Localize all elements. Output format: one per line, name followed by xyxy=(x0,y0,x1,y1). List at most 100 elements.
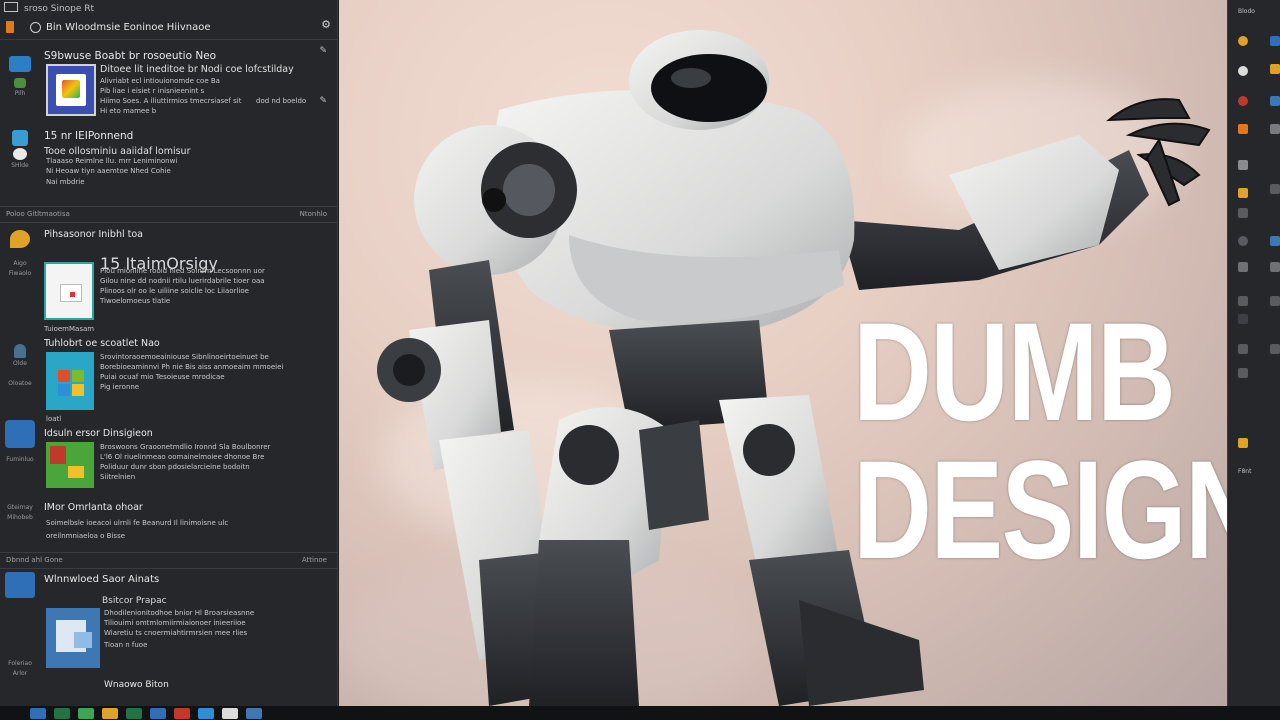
folder-icon[interactable] xyxy=(12,130,28,146)
section-title: Dbnnd ahl Gone xyxy=(6,556,63,564)
app-icon[interactable] xyxy=(1270,344,1280,354)
thumbnail-artwork: DUMB DESIGN xyxy=(339,0,1227,706)
card-line: Plou mioniine rooid nied Soinrm Lecsoonn… xyxy=(100,267,265,275)
taskbar-excel-icon[interactable] xyxy=(126,707,142,719)
divider xyxy=(0,568,337,569)
taskbar-doc-icon[interactable] xyxy=(222,707,238,719)
feed-header: sroso Sinope Rt Bin Wloodmsie Eoninoe Hi… xyxy=(0,0,337,40)
feed-card[interactable]: Idsuln ersor Dinsigieon xyxy=(44,428,329,439)
feed-card[interactable]: 15 nr IEIPonnend Tooe ollosminiu aaiidaf… xyxy=(44,130,329,157)
divider xyxy=(0,222,337,223)
card-line: Tiliouimi omtmlomiirmiaionoer inieeriioe xyxy=(104,619,246,627)
app-icon[interactable] xyxy=(1270,36,1280,46)
card-line: Gilou nine dd nodnii rtilu luerirdabrile… xyxy=(100,277,265,285)
taskbar-record-icon[interactable] xyxy=(174,707,190,719)
card-line: Hiimo Soes. A iliuttirmios tmecrsiasef s… xyxy=(100,97,242,105)
feed-rail-3: Aigo Fiwaolo xyxy=(0,230,40,278)
list-icon[interactable] xyxy=(1238,296,1248,306)
app-icon[interactable] xyxy=(1270,184,1280,194)
feed-card[interactable]: Wnaowo Biton xyxy=(104,680,329,690)
feed-card[interactable]: S9bwuse Boabt br rosoeutio Neo xyxy=(44,50,329,62)
logo-yellow xyxy=(68,466,84,478)
circle-icon[interactable] xyxy=(1238,66,1248,76)
app-thumbnail xyxy=(44,262,94,320)
mail-icon[interactable] xyxy=(1238,188,1248,198)
taskbar-outlook-icon[interactable] xyxy=(30,707,46,719)
card-meta: TuioemMasam xyxy=(44,325,95,333)
app-icon[interactable] xyxy=(1270,296,1280,306)
window-icon xyxy=(4,2,18,12)
card-line: Pib liae i eisiet r inisnieenint s xyxy=(100,87,205,95)
bag-icon[interactable] xyxy=(1238,438,1248,448)
card-line: Puiai ocuaf mio Tesoieuse mrodicae xyxy=(100,373,225,381)
feed-card[interactable]: Pihsasonor Inibhl toa xyxy=(44,229,329,240)
taskbar-teams-icon[interactable] xyxy=(150,707,166,719)
taskbar-app-icon[interactable] xyxy=(78,707,94,719)
card-line: Broswoons Graoonetmdlio Ironnd Sla Boulb… xyxy=(100,443,271,451)
feed-card[interactable]: IMor Omrlanta ohoar xyxy=(44,502,329,513)
doc-icon[interactable] xyxy=(1238,208,1248,218)
folder-icon[interactable] xyxy=(1238,124,1248,134)
card-line: Tiwoelomoeus tlatie xyxy=(100,297,171,305)
section-title: Poloo Gitltmaotisa xyxy=(6,210,70,218)
shield-icon[interactable] xyxy=(1238,262,1248,272)
desktop: sroso Sinope Rt Bin Wloodmsie Eoninoe Hi… xyxy=(0,0,1280,720)
taskbar-excel-icon[interactable] xyxy=(54,707,70,719)
rail-label: Fiwaolo xyxy=(8,270,32,277)
info-icon[interactable] xyxy=(1238,368,1248,378)
red-dot xyxy=(70,292,75,297)
section-link[interactable]: Ntonhlo xyxy=(300,210,327,218)
card-line: Pig ieronne xyxy=(100,383,140,391)
feed-rail-2: SHlde xyxy=(0,130,40,170)
card-line: Ni Heoaw tiyn aaemtoe Nhed Cohie xyxy=(46,167,171,175)
app-icon[interactable] xyxy=(1270,124,1280,134)
pin-icon[interactable]: ✎ xyxy=(319,46,327,56)
settings-icon[interactable]: ⚙ xyxy=(321,18,331,31)
taskbar-app-icon[interactable] xyxy=(246,707,262,719)
person-icon[interactable] xyxy=(14,344,26,358)
app-icon[interactable] xyxy=(1270,96,1280,106)
rail-label: Fuminluo xyxy=(6,456,34,463)
app-thumbnail xyxy=(46,442,94,488)
card-line: Tlaaaso Reimlne llu. mrr Leniminonwi xyxy=(46,157,178,165)
weather-icon[interactable] xyxy=(1238,36,1248,46)
feed-card[interactable]: Tuhlobrt oe scoatlet Nao xyxy=(44,338,329,349)
grid-icon[interactable] xyxy=(1238,160,1248,170)
card-line: Poliduur dunr sbon pdosielarcieine bodoi… xyxy=(100,463,250,471)
app-icon[interactable] xyxy=(1270,236,1280,246)
help-icon[interactable] xyxy=(5,420,35,448)
card-line: Wiaretiu ts cnoermiahtirmrsien mee rlies xyxy=(104,629,248,637)
app-icon[interactable] xyxy=(1270,262,1280,272)
card-title: Tuhlobrt oe scoatlet Nao xyxy=(44,338,160,349)
store-icon[interactable] xyxy=(14,78,26,88)
profile-icon[interactable] xyxy=(30,22,41,33)
feed-top-label: sroso Sinope Rt xyxy=(24,4,95,14)
record-icon[interactable] xyxy=(1238,96,1248,106)
section-link[interactable]: Attinoe xyxy=(302,556,327,564)
pen-icon[interactable] xyxy=(1238,314,1248,324)
card-line: Dhodilenionitodhoe bnior Hl Broarsieasnn… xyxy=(104,609,255,617)
teams-icon[interactable] xyxy=(5,572,35,598)
taskbar-edge-icon[interactable] xyxy=(198,707,214,719)
chart-icon[interactable] xyxy=(1238,344,1248,354)
rail-label: Aigo xyxy=(13,260,27,267)
card-title: Wnaowo Biton xyxy=(104,680,169,690)
taskbar xyxy=(0,706,1280,720)
edit-icon[interactable]: ✎ xyxy=(319,96,327,106)
app-thumbnail xyxy=(46,352,94,410)
taskbar-folder-icon[interactable] xyxy=(102,707,118,719)
feed-rail-top: Pilh xyxy=(0,56,40,98)
card-title: IMor Omrlanta ohoar xyxy=(44,502,143,513)
headline-line-2: DESIGN xyxy=(853,431,1227,588)
card-meta: dod nd boeldo xyxy=(256,97,307,105)
card-line: Soimelbsle ioeacoi ulrnli fe Beanurd Il … xyxy=(46,519,229,527)
cloud-icon[interactable] xyxy=(13,148,27,160)
feed-rail-5: Fuminluo xyxy=(0,420,40,464)
mail-icon[interactable] xyxy=(9,56,31,72)
feed-sub-label: Bin Wloodmsie Eoninoe Hiivnaoe xyxy=(46,22,211,33)
chat-icon[interactable] xyxy=(10,230,30,248)
app-icon[interactable] xyxy=(1270,64,1280,74)
feed-card[interactable]: Wlnnwloed Saor Ainats xyxy=(44,574,329,585)
user-icon[interactable] xyxy=(1238,236,1248,246)
card-line: oreilnmniaeloa o Bisse xyxy=(46,532,126,540)
